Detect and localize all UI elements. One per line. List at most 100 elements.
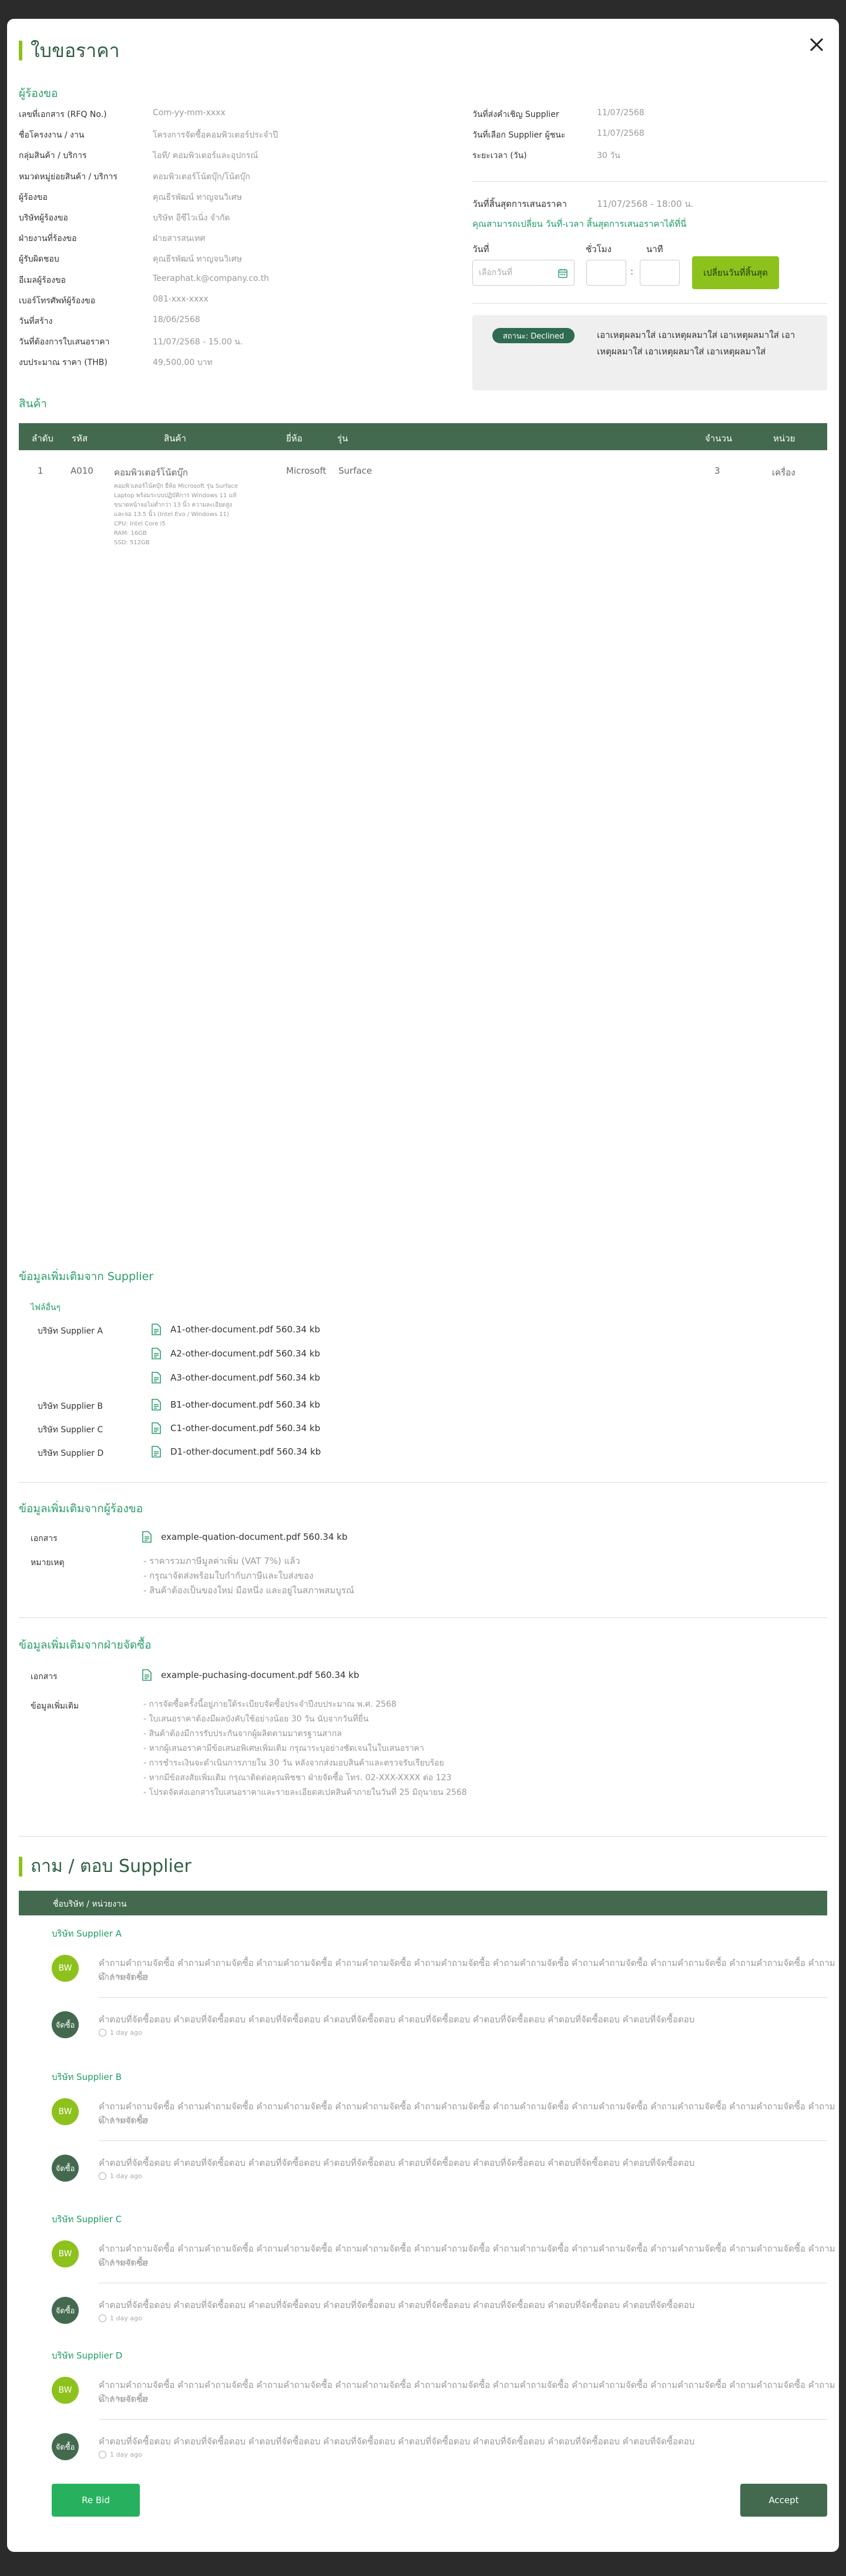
divider <box>19 1836 827 1837</box>
answer-time: 1 day ago <box>99 2029 142 2036</box>
file-name: A3-other-document.pdf 560.34 kb <box>170 1372 320 1383</box>
clock-icon <box>99 1972 106 1980</box>
description-line: ขนาดหน้าจอไม่ต่ำกว่า 13 นิ้ว ความละเอียด… <box>114 502 233 508</box>
note-line: - สินค้าต้องมีการรับประกันจากผู้ผลิตตามม… <box>143 1729 342 1738</box>
field-label: ฝ่ายงานที่ร้องขอ <box>19 234 77 244</box>
answer-time: 1 day ago <box>99 2172 142 2180</box>
supplier-file[interactable]: A2-other-document.pdf 560.34 kb <box>152 1348 320 1359</box>
supplier-file[interactable]: B1-other-document.pdf 560.34 kb <box>152 1399 320 1411</box>
change-deadline-button[interactable]: เปลี่ยนวันที่สิ้นสุด <box>692 256 779 289</box>
description-line: Laptop พร้อมระบบปฏิบัติการ Windows 11 แท… <box>114 493 237 499</box>
purchasing-doc-label: เอกสาร <box>31 1672 58 1681</box>
clock-icon <box>99 2116 106 2123</box>
requester-extra-title: ข้อมูลเพิ่มเติมจากผู้ร้องขอ <box>19 1502 143 1515</box>
question-text: คำถามคำถามจัดซื้อ คำถามคำถามจัดซื้อ คำถา… <box>99 1958 835 1982</box>
file-name: A1-other-document.pdf 560.34 kb <box>170 1324 320 1335</box>
date-picker-input[interactable]: เลือกวันที่ <box>472 260 575 286</box>
note-line: - การชำระเงินจะดำเนินการภายใน 30 วัน หลั… <box>143 1758 444 1768</box>
field-value: โครงการจัดซื้อคอมพิวเตอร์ประจำปี <box>153 130 278 140</box>
cell-unit: เครื่อง <box>772 467 795 478</box>
rebid-button[interactable]: Re Bid <box>52 2484 140 2517</box>
modal-title: ใบขอราคา <box>31 39 120 62</box>
file-name: D1-other-document.pdf 560.34 kb <box>170 1446 321 1457</box>
file-icon <box>152 1324 161 1335</box>
field-label: ระยะเวลา (วัน) <box>472 151 527 160</box>
calendar-icon <box>558 269 568 278</box>
col-name: สินค้า <box>164 433 186 444</box>
clock-icon <box>99 2258 106 2266</box>
file-icon <box>152 1372 161 1384</box>
answer-time: 1 day ago <box>99 2314 142 2322</box>
answer-text: คำตอบที่จัดซื้อตอบ คำตอบที่จัดซื้อตอบ คำ… <box>99 2300 695 2310</box>
supplier-extra-title: ข้อมูลเพิ่มเติมจาก Supplier <box>19 1270 154 1283</box>
avatar: BW <box>52 2377 79 2404</box>
deadline-value-row: 11/07/2568 - 18:00 น. <box>597 197 693 211</box>
other-files-label: ไฟล์อื่นๆ <box>31 1303 61 1312</box>
description-line: SSD: 512GB <box>114 540 150 546</box>
col-brand: ยี่ห้อ <box>286 433 303 444</box>
table-row: 1 A010 คอมพิวเตอร์โน้ตบุ๊ก Microsoft Sur… <box>19 461 827 555</box>
field-value: 11/07/2568 - 15.00 น. <box>153 337 243 347</box>
clock-icon <box>99 2394 106 2402</box>
col-unit: หน่วย <box>773 433 795 444</box>
avatar: BW <box>52 1955 79 1982</box>
field-value: 11/07/2568 <box>597 129 644 138</box>
cell-brand: Microsoft <box>286 465 327 476</box>
cell-code: A010 <box>70 465 93 476</box>
note-line: - ใบเสนอราคาต้องมีผลบังคับใช้อย่างน้อย 3… <box>143 1714 369 1724</box>
field-value: ฝ่ายสารสนเทศ <box>153 234 206 244</box>
answer-text: คำตอบที่จัดซื้อตอบ คำตอบที่จัดซื้อตอบ คำ… <box>99 2436 695 2447</box>
field-label: งบประมาณ ราคา (THB) <box>19 358 108 368</box>
time-text: 1 day ago <box>110 2451 142 2458</box>
qa-supplier-name: บริษัท Supplier B <box>52 2072 122 2082</box>
status-badge: สถานะ: Declined <box>492 328 575 343</box>
time-text: 4 hours ago <box>110 2394 149 2402</box>
field-value: บริษัท อีซีไวเนิ่ง จำกัด <box>153 213 230 223</box>
qa-table-header: ชื่อบริษัท / หน่วยงาน <box>19 1891 827 1915</box>
qa-supplier-name: บริษัท Supplier C <box>52 2214 122 2225</box>
file-icon <box>142 1669 152 1681</box>
supplier-file[interactable]: C1-other-document.pdf 560.34 kb <box>152 1422 320 1434</box>
divider <box>99 2419 827 2420</box>
time-text: 1 day ago <box>110 2314 142 2322</box>
close-icon <box>810 38 824 52</box>
date-placeholder: เลือกวันที่ <box>479 268 512 277</box>
hour-input[interactable] <box>586 260 626 286</box>
purchasing-doc-file[interactable]: example-puchasing-document.pdf 560.34 kb <box>142 1669 359 1681</box>
field-value: คอมพิวเตอร์โน้ตบุ๊ก/โน้ตบุ๊ก <box>153 172 250 182</box>
requester-doc-file[interactable]: example-quation-document.pdf 560.34 kb <box>142 1531 347 1543</box>
description-line: คอมพิวเตอร์โน้ตบุ๊ก ยี่ห้อ Microsoft รุ่… <box>114 483 238 490</box>
field-label: ชื่อโครงงาน / งาน <box>19 130 85 140</box>
quotation-modal: ใบขอราคา ผู้ร้องขอ วันที่สิ้นสุดการเสนอร… <box>7 19 839 2552</box>
qa-supplier-name: บริษัท Supplier D <box>52 2350 123 2361</box>
close-button[interactable] <box>805 33 828 56</box>
purchasing-extra-title: ข้อมูลเพิ่มเติมจากฝ่ายจัดซื้อ <box>19 1639 152 1652</box>
question-text: คำถามคำถามจัดซื้อ คำถามคำถามจัดซื้อ คำถา… <box>99 2380 835 2404</box>
field-label: วันที่ต้องการใบเสนอราคา <box>19 337 110 347</box>
field-value: คุณธีรพัฒน์ ทาญจนวิเศษ <box>153 192 242 202</box>
qa-header: ถาม / ตอบ Supplier <box>19 1853 192 1880</box>
accept-button[interactable]: Accept <box>740 2484 827 2517</box>
divider <box>99 2140 827 2141</box>
deadline-value: 11/07/2568 - 18:00 น. <box>597 199 694 209</box>
supplier-file[interactable]: A3-other-document.pdf 560.34 kb <box>152 1372 320 1384</box>
file-icon <box>152 1422 161 1434</box>
supplier-file[interactable]: D1-other-document.pdf 560.34 kb <box>152 1446 321 1458</box>
clock-icon <box>99 2314 106 2322</box>
file-icon <box>152 1348 161 1359</box>
modal-header: ใบขอราคา <box>19 33 120 68</box>
clock-icon <box>99 2451 106 2458</box>
time-text: 4 hours ago <box>110 2116 149 2123</box>
requester-doc-label: เอกสาร <box>31 1534 58 1543</box>
supplier-file[interactable]: A1-other-document.pdf 560.34 kb <box>152 1324 320 1335</box>
qa-column-label: ชื่อบริษัท / หน่วยงาน <box>53 1900 127 1909</box>
status-reason: เอาเหตุผลมาใส่ เอาเหตุผลมาใส่ เอาเหตุผลม… <box>597 330 795 357</box>
purchasing-notes: - การจัดซื้อครั้งนี้อยู่ภายใต้ระเบียบจัด… <box>143 1697 467 1800</box>
minute-input[interactable] <box>640 260 680 286</box>
field-label: อีเมลผู้ร้องขอ <box>19 275 66 285</box>
hour-label: ชั่วโมง <box>586 244 612 254</box>
change-deadline-link[interactable]: คุณสามารถเปลี่ยน วันที่-เวลา สิ้นสุดการเ… <box>472 217 686 231</box>
field-value: Com-yy-mm-xxxx <box>153 108 226 118</box>
note-line: - ราคารวมภาษีมูลค่าเพิ่ม (VAT 7%) แล้ว <box>143 1556 300 1566</box>
divider <box>19 1617 827 1618</box>
